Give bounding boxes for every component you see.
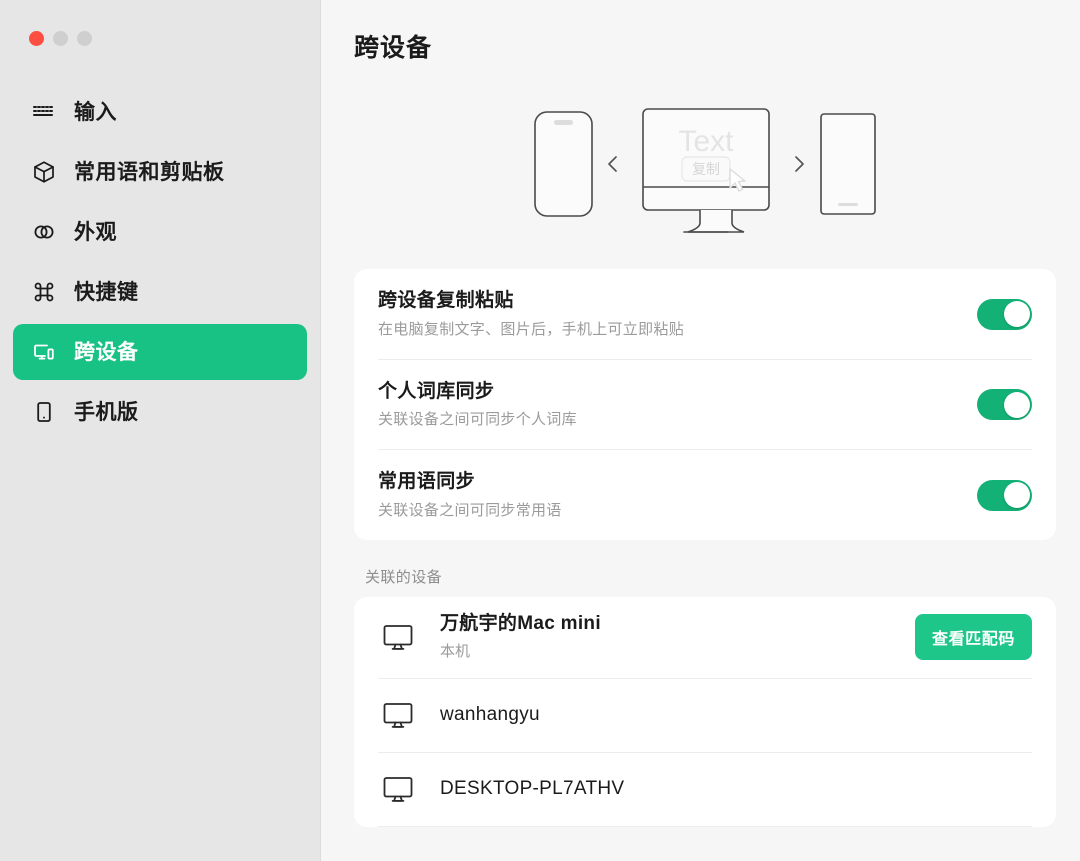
device-text: wanhangyu — [440, 704, 1032, 727]
page-title: 跨设备 — [354, 34, 433, 62]
device-row[interactable]: 万航宇的Mac mini 本机 查看匹配码 — [378, 597, 1032, 679]
sidebar-item-cross-device[interactable]: 跨设备 — [13, 324, 307, 380]
close-window-button[interactable] — [29, 31, 44, 46]
svg-text:复制: 复制 — [692, 161, 720, 177]
app-window: 输入 常用语和剪贴板 外观 快捷键 跨设备 手机版 跨设备 Text 复制 跨设… — [0, 0, 1080, 861]
linked-devices-card: 万航宇的Mac mini 本机 查看匹配码 wanhangyu DESKTOP-… — [354, 596, 1056, 827]
setting-text: 个人词库同步 关联设备之间可同步个人词库 — [378, 380, 577, 431]
sidebar-item-mobile[interactable]: 手机版 — [13, 384, 307, 440]
cross-device-illustration: Text 复制 — [354, 86, 1056, 251]
sidebar-item-appearance[interactable]: 外观 — [13, 204, 307, 260]
toggle-knob — [1003, 482, 1030, 509]
sidebar-item-phrases-clipboard[interactable]: 常用语和剪贴板 — [13, 144, 307, 200]
monitor-icon — [378, 617, 418, 657]
toggle-cross-device-copy-paste[interactable] — [977, 298, 1032, 330]
setting-description: 关联设备之间可同步个人词库 — [378, 411, 577, 429]
setting-description: 在电脑复制文字、图片后，手机上可立即粘贴 — [378, 320, 685, 338]
setting-row-cross-device-copy-paste: 跨设备复制粘贴 在电脑复制文字、图片后，手机上可立即粘贴 — [378, 269, 1032, 360]
sidebar-item-label: 常用语和剪贴板 — [74, 160, 225, 184]
rings-icon — [31, 219, 57, 245]
toggle-phrases-sync[interactable] — [977, 479, 1032, 511]
svg-text:Text: Text — [678, 125, 734, 158]
toggle-knob — [1003, 391, 1030, 418]
setting-title: 常用语同步 — [378, 471, 476, 492]
sidebar-item-label: 外观 — [74, 220, 117, 244]
sidebar-item-input[interactable]: 输入 — [13, 84, 307, 140]
illustration-svg: Text 复制 — [534, 107, 876, 233]
sidebar-item-label: 手机版 — [74, 400, 139, 424]
main-content: 跨设备 Text 复制 跨设备复制粘贴 在电脑复制文字、图片后，手机上可立即粘贴… — [321, 0, 1080, 861]
device-name: DESKTOP-PL7ATHV — [440, 777, 625, 799]
toggle-knob — [1003, 301, 1030, 328]
toggle-personal-dictionary-sync[interactable] — [977, 389, 1032, 421]
setting-title: 个人词库同步 — [378, 380, 495, 402]
device-text: 万航宇的Mac mini 本机 — [440, 613, 893, 661]
monitor-icon — [378, 769, 418, 809]
device-subtitle: 本机 — [440, 642, 471, 660]
command-icon — [31, 279, 57, 305]
monitor-icon — [378, 695, 418, 735]
minimize-window-button[interactable] — [53, 31, 68, 46]
device-row[interactable]: wanhangyu — [378, 679, 1032, 753]
setting-text: 常用语同步 关联设备之间可同步常用语 — [378, 470, 562, 521]
sidebar-item-label: 跨设备 — [74, 340, 139, 364]
setting-row-personal-dictionary-sync: 个人词库同步 关联设备之间可同步个人词库 — [378, 360, 1032, 450]
sidebar-nav: 输入 常用语和剪贴板 外观 快捷键 跨设备 手机版 — [0, 84, 320, 444]
keyboard-icon — [31, 99, 57, 125]
setting-description: 关联设备之间可同步常用语 — [378, 501, 562, 519]
view-pairing-code-button[interactable]: 查看匹配码 — [914, 614, 1032, 660]
maximize-window-button[interactable] — [77, 31, 92, 46]
sidebar-item-label: 快捷键 — [74, 280, 139, 304]
setting-title: 跨设备复制粘贴 — [378, 290, 514, 311]
device-row[interactable]: DESKTOP-PL7ATHV — [378, 753, 1032, 827]
setting-text: 跨设备复制粘贴 在电脑复制文字、图片后，手机上可立即粘贴 — [378, 289, 684, 340]
sidebar: 输入 常用语和剪贴板 外观 快捷键 跨设备 手机版 — [0, 0, 321, 861]
setting-row-phrases-sync: 常用语同步 关联设备之间可同步常用语 — [378, 450, 1032, 540]
device-text: DESKTOP-PL7ATHV — [440, 778, 1032, 801]
sidebar-item-shortcuts[interactable]: 快捷键 — [13, 264, 307, 320]
cross-device-icon — [31, 339, 57, 365]
linked-devices-label: 关联的设备 — [365, 568, 443, 586]
cube-icon — [31, 159, 57, 185]
device-name: wanhangyu — [440, 703, 540, 725]
settings-card: 跨设备复制粘贴 在电脑复制文字、图片后，手机上可立即粘贴 个人词库同步 关联设备… — [354, 269, 1056, 540]
sidebar-item-label: 输入 — [74, 100, 117, 124]
phone-icon — [31, 399, 57, 425]
window-traffic-lights — [0, 0, 320, 46]
device-name: 万航宇的Mac mini — [440, 613, 601, 635]
